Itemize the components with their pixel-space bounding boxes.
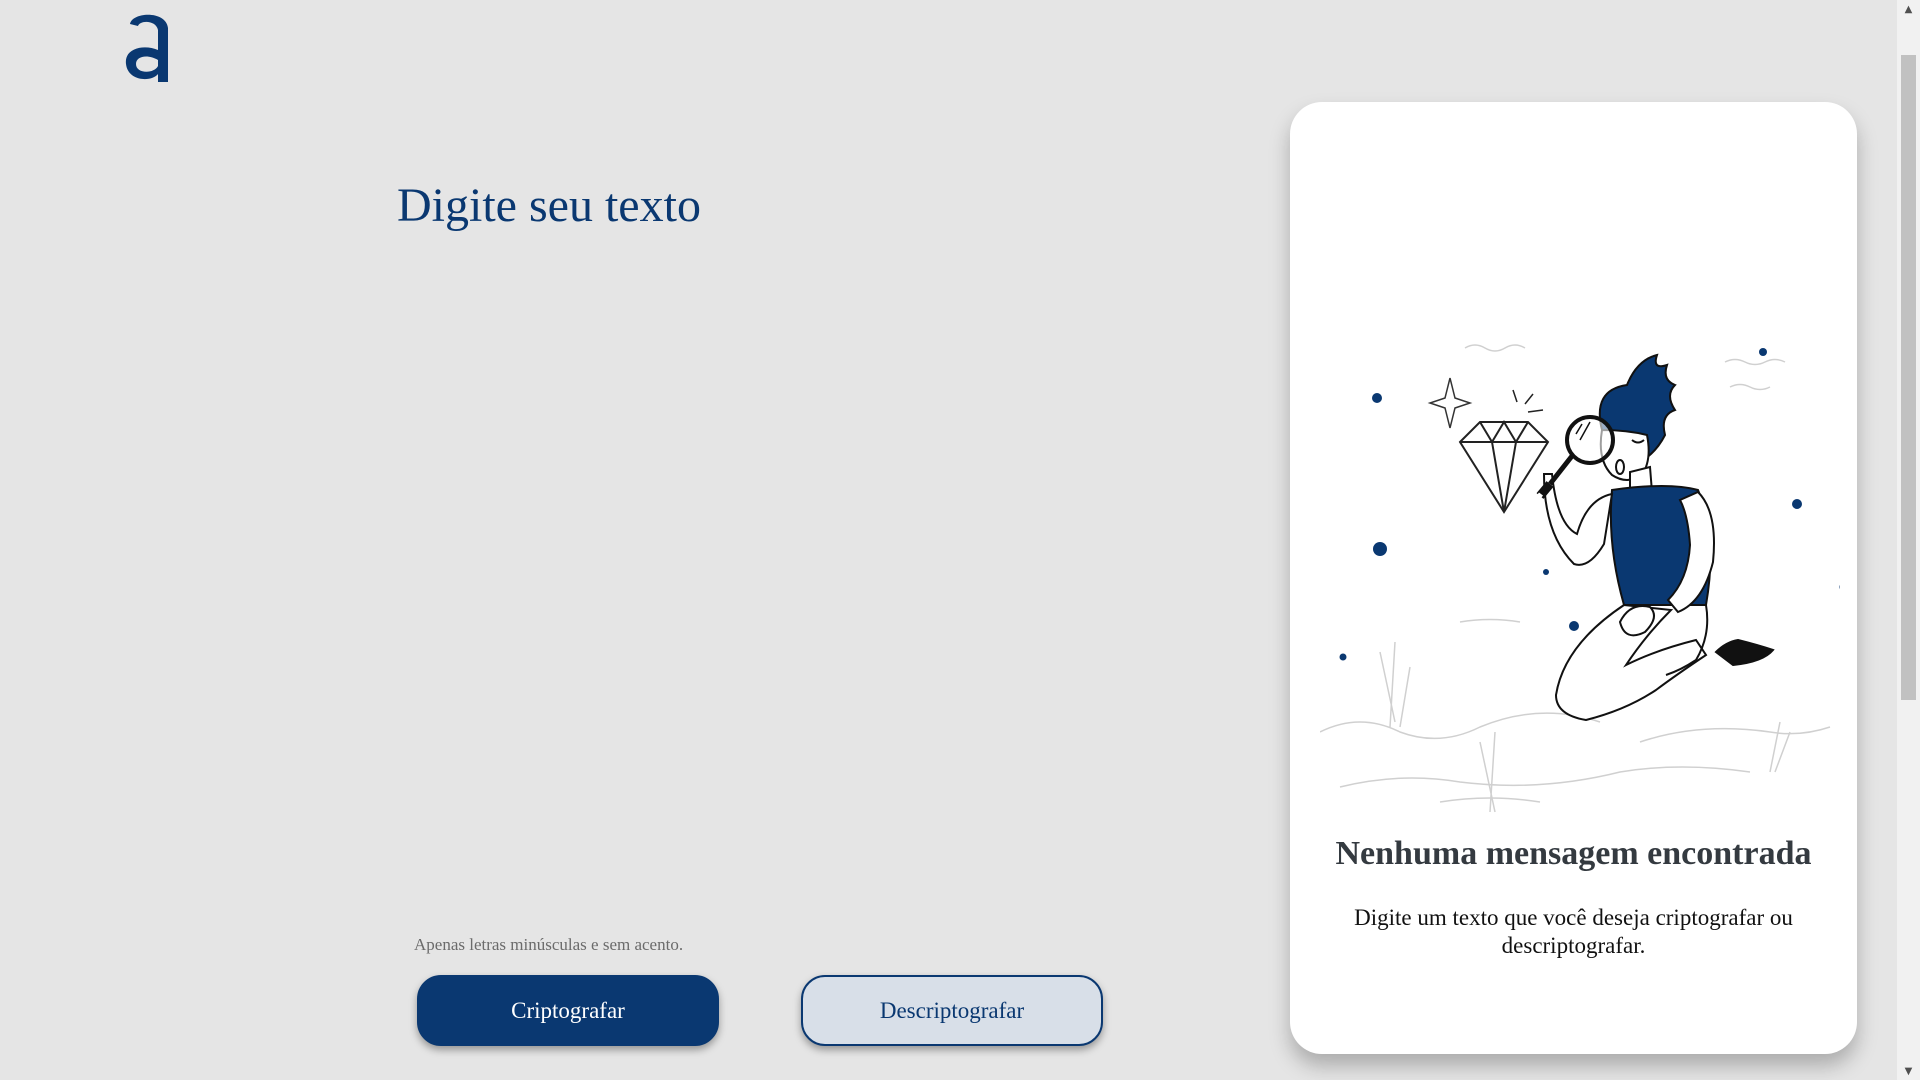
empty-message-text: Digite um texto que você deseja criptogr… bbox=[1354, 905, 1793, 958]
scroll-thumb[interactable] bbox=[1901, 55, 1916, 700]
output-panel: Nenhuma mensagem encontrada Digite um te… bbox=[1290, 102, 1857, 1054]
decrypt-button-label: Descriptografar bbox=[879, 997, 1025, 1023]
input-hint: Apenas letras minúsculas e sem acento. bbox=[414, 935, 683, 955]
encrypt-button-label: Criptografar bbox=[511, 997, 625, 1023]
decrypt-button[interactable]: Descriptografar bbox=[801, 975, 1103, 1046]
person-magnifying-glass-illustration bbox=[1320, 344, 1840, 813]
hint-text: Apenas letras minúsculas e sem acento. bbox=[414, 935, 684, 954]
input-placeholder-heading: Digite seu texto bbox=[397, 179, 701, 232]
scroll-down-icon[interactable]: ▼ bbox=[1897, 1062, 1920, 1080]
encrypt-button[interactable]: Criptografar bbox=[417, 975, 719, 1046]
page: Digite seu texto Apenas letras minúscula… bbox=[0, 0, 1920, 1080]
scroll-up-icon[interactable]: ▲ bbox=[1897, 0, 1920, 18]
text-input[interactable] bbox=[397, 270, 1121, 904]
page-scrollbar[interactable]: ▲ ▼ bbox=[1897, 0, 1920, 1080]
alura-logo-icon[interactable] bbox=[122, 8, 176, 82]
empty-message-title: Nenhuma mensagem encontrada bbox=[1335, 835, 1812, 872]
